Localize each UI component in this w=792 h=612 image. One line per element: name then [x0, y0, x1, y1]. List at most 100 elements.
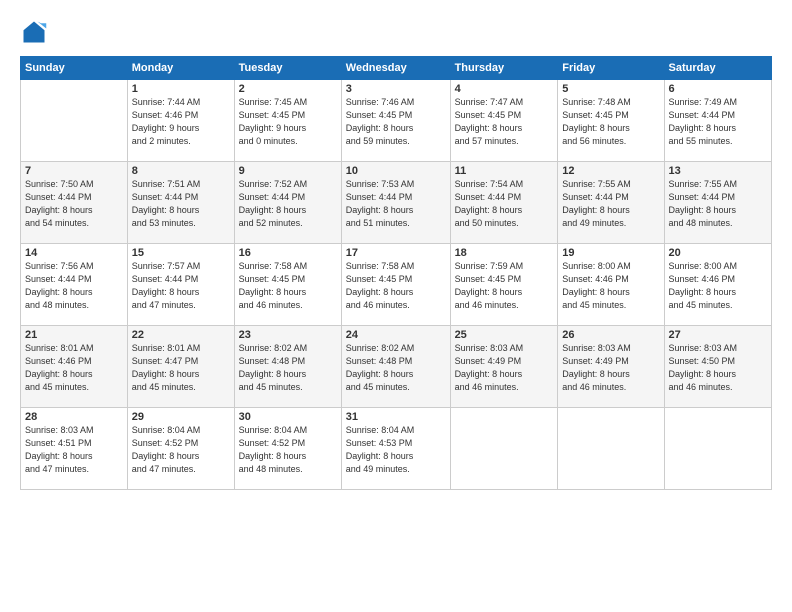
day-cell: 30Sunrise: 8:04 AMSunset: 4:52 PMDayligh…	[234, 408, 341, 490]
page: SundayMondayTuesdayWednesdayThursdayFrid…	[0, 0, 792, 612]
header-cell-friday: Friday	[558, 57, 664, 80]
week-row-2: 7Sunrise: 7:50 AMSunset: 4:44 PMDaylight…	[21, 162, 772, 244]
day-detail: Sunrise: 8:02 AMSunset: 4:48 PMDaylight:…	[346, 342, 446, 394]
day-number: 4	[455, 83, 554, 95]
day-number: 2	[239, 83, 337, 95]
calendar-body: 1Sunrise: 7:44 AMSunset: 4:46 PMDaylight…	[21, 80, 772, 490]
day-detail: Sunrise: 7:58 AMSunset: 4:45 PMDaylight:…	[239, 260, 337, 312]
day-number: 22	[132, 329, 230, 341]
day-number: 24	[346, 329, 446, 341]
calendar-table: SundayMondayTuesdayWednesdayThursdayFrid…	[20, 56, 772, 490]
day-number: 30	[239, 411, 337, 423]
day-number: 23	[239, 329, 337, 341]
day-cell	[450, 408, 558, 490]
day-cell: 21Sunrise: 8:01 AMSunset: 4:46 PMDayligh…	[21, 326, 128, 408]
week-row-3: 14Sunrise: 7:56 AMSunset: 4:44 PMDayligh…	[21, 244, 772, 326]
day-cell: 25Sunrise: 8:03 AMSunset: 4:49 PMDayligh…	[450, 326, 558, 408]
day-cell: 4Sunrise: 7:47 AMSunset: 4:45 PMDaylight…	[450, 80, 558, 162]
day-cell: 15Sunrise: 7:57 AMSunset: 4:44 PMDayligh…	[127, 244, 234, 326]
day-cell: 14Sunrise: 7:56 AMSunset: 4:44 PMDayligh…	[21, 244, 128, 326]
header-cell-thursday: Thursday	[450, 57, 558, 80]
day-detail: Sunrise: 7:58 AMSunset: 4:45 PMDaylight:…	[346, 260, 446, 312]
day-detail: Sunrise: 7:49 AMSunset: 4:44 PMDaylight:…	[669, 96, 767, 148]
day-detail: Sunrise: 7:57 AMSunset: 4:44 PMDaylight:…	[132, 260, 230, 312]
week-row-4: 21Sunrise: 8:01 AMSunset: 4:46 PMDayligh…	[21, 326, 772, 408]
day-detail: Sunrise: 7:46 AMSunset: 4:45 PMDaylight:…	[346, 96, 446, 148]
day-detail: Sunrise: 7:45 AMSunset: 4:45 PMDaylight:…	[239, 96, 337, 148]
day-detail: Sunrise: 8:04 AMSunset: 4:52 PMDaylight:…	[239, 424, 337, 476]
day-cell	[21, 80, 128, 162]
day-number: 3	[346, 83, 446, 95]
day-cell: 27Sunrise: 8:03 AMSunset: 4:50 PMDayligh…	[664, 326, 771, 408]
day-cell: 22Sunrise: 8:01 AMSunset: 4:47 PMDayligh…	[127, 326, 234, 408]
header-cell-wednesday: Wednesday	[341, 57, 450, 80]
day-number: 5	[562, 83, 659, 95]
day-number: 18	[455, 247, 554, 259]
header-cell-sunday: Sunday	[21, 57, 128, 80]
day-cell: 18Sunrise: 7:59 AMSunset: 4:45 PMDayligh…	[450, 244, 558, 326]
day-cell: 1Sunrise: 7:44 AMSunset: 4:46 PMDaylight…	[127, 80, 234, 162]
day-detail: Sunrise: 7:55 AMSunset: 4:44 PMDaylight:…	[562, 178, 659, 230]
day-cell: 29Sunrise: 8:04 AMSunset: 4:52 PMDayligh…	[127, 408, 234, 490]
week-row-1: 1Sunrise: 7:44 AMSunset: 4:46 PMDaylight…	[21, 80, 772, 162]
logo	[20, 18, 52, 46]
day-detail: Sunrise: 7:44 AMSunset: 4:46 PMDaylight:…	[132, 96, 230, 148]
day-number: 15	[132, 247, 230, 259]
day-cell: 19Sunrise: 8:00 AMSunset: 4:46 PMDayligh…	[558, 244, 664, 326]
day-detail: Sunrise: 8:01 AMSunset: 4:46 PMDaylight:…	[25, 342, 123, 394]
day-cell: 8Sunrise: 7:51 AMSunset: 4:44 PMDaylight…	[127, 162, 234, 244]
day-detail: Sunrise: 8:03 AMSunset: 4:51 PMDaylight:…	[25, 424, 123, 476]
day-number: 31	[346, 411, 446, 423]
day-number: 25	[455, 329, 554, 341]
day-cell	[558, 408, 664, 490]
day-number: 27	[669, 329, 767, 341]
day-cell: 13Sunrise: 7:55 AMSunset: 4:44 PMDayligh…	[664, 162, 771, 244]
day-cell	[664, 408, 771, 490]
day-cell: 12Sunrise: 7:55 AMSunset: 4:44 PMDayligh…	[558, 162, 664, 244]
day-cell: 2Sunrise: 7:45 AMSunset: 4:45 PMDaylight…	[234, 80, 341, 162]
day-number: 13	[669, 165, 767, 177]
day-detail: Sunrise: 7:47 AMSunset: 4:45 PMDaylight:…	[455, 96, 554, 148]
day-number: 9	[239, 165, 337, 177]
day-cell: 26Sunrise: 8:03 AMSunset: 4:49 PMDayligh…	[558, 326, 664, 408]
day-cell: 7Sunrise: 7:50 AMSunset: 4:44 PMDaylight…	[21, 162, 128, 244]
day-number: 26	[562, 329, 659, 341]
day-detail: Sunrise: 8:02 AMSunset: 4:48 PMDaylight:…	[239, 342, 337, 394]
header-row: SundayMondayTuesdayWednesdayThursdayFrid…	[21, 57, 772, 80]
day-number: 1	[132, 83, 230, 95]
day-detail: Sunrise: 8:04 AMSunset: 4:52 PMDaylight:…	[132, 424, 230, 476]
day-detail: Sunrise: 8:04 AMSunset: 4:53 PMDaylight:…	[346, 424, 446, 476]
day-number: 7	[25, 165, 123, 177]
day-number: 8	[132, 165, 230, 177]
day-detail: Sunrise: 8:00 AMSunset: 4:46 PMDaylight:…	[669, 260, 767, 312]
day-detail: Sunrise: 8:03 AMSunset: 4:50 PMDaylight:…	[669, 342, 767, 394]
day-number: 29	[132, 411, 230, 423]
day-detail: Sunrise: 7:59 AMSunset: 4:45 PMDaylight:…	[455, 260, 554, 312]
day-detail: Sunrise: 7:53 AMSunset: 4:44 PMDaylight:…	[346, 178, 446, 230]
day-number: 21	[25, 329, 123, 341]
day-cell: 23Sunrise: 8:02 AMSunset: 4:48 PMDayligh…	[234, 326, 341, 408]
day-cell: 3Sunrise: 7:46 AMSunset: 4:45 PMDaylight…	[341, 80, 450, 162]
calendar-header: SundayMondayTuesdayWednesdayThursdayFrid…	[21, 57, 772, 80]
day-detail: Sunrise: 8:01 AMSunset: 4:47 PMDaylight:…	[132, 342, 230, 394]
day-detail: Sunrise: 7:50 AMSunset: 4:44 PMDaylight:…	[25, 178, 123, 230]
day-cell: 9Sunrise: 7:52 AMSunset: 4:44 PMDaylight…	[234, 162, 341, 244]
day-detail: Sunrise: 7:51 AMSunset: 4:44 PMDaylight:…	[132, 178, 230, 230]
day-cell: 16Sunrise: 7:58 AMSunset: 4:45 PMDayligh…	[234, 244, 341, 326]
day-number: 28	[25, 411, 123, 423]
header-cell-saturday: Saturday	[664, 57, 771, 80]
day-cell: 5Sunrise: 7:48 AMSunset: 4:45 PMDaylight…	[558, 80, 664, 162]
day-number: 10	[346, 165, 446, 177]
header-cell-monday: Monday	[127, 57, 234, 80]
day-cell: 10Sunrise: 7:53 AMSunset: 4:44 PMDayligh…	[341, 162, 450, 244]
day-detail: Sunrise: 8:00 AMSunset: 4:46 PMDaylight:…	[562, 260, 659, 312]
day-number: 20	[669, 247, 767, 259]
day-cell: 20Sunrise: 8:00 AMSunset: 4:46 PMDayligh…	[664, 244, 771, 326]
week-row-5: 28Sunrise: 8:03 AMSunset: 4:51 PMDayligh…	[21, 408, 772, 490]
day-number: 14	[25, 247, 123, 259]
day-cell: 11Sunrise: 7:54 AMSunset: 4:44 PMDayligh…	[450, 162, 558, 244]
day-detail: Sunrise: 7:52 AMSunset: 4:44 PMDaylight:…	[239, 178, 337, 230]
day-detail: Sunrise: 7:55 AMSunset: 4:44 PMDaylight:…	[669, 178, 767, 230]
day-number: 12	[562, 165, 659, 177]
day-number: 19	[562, 247, 659, 259]
